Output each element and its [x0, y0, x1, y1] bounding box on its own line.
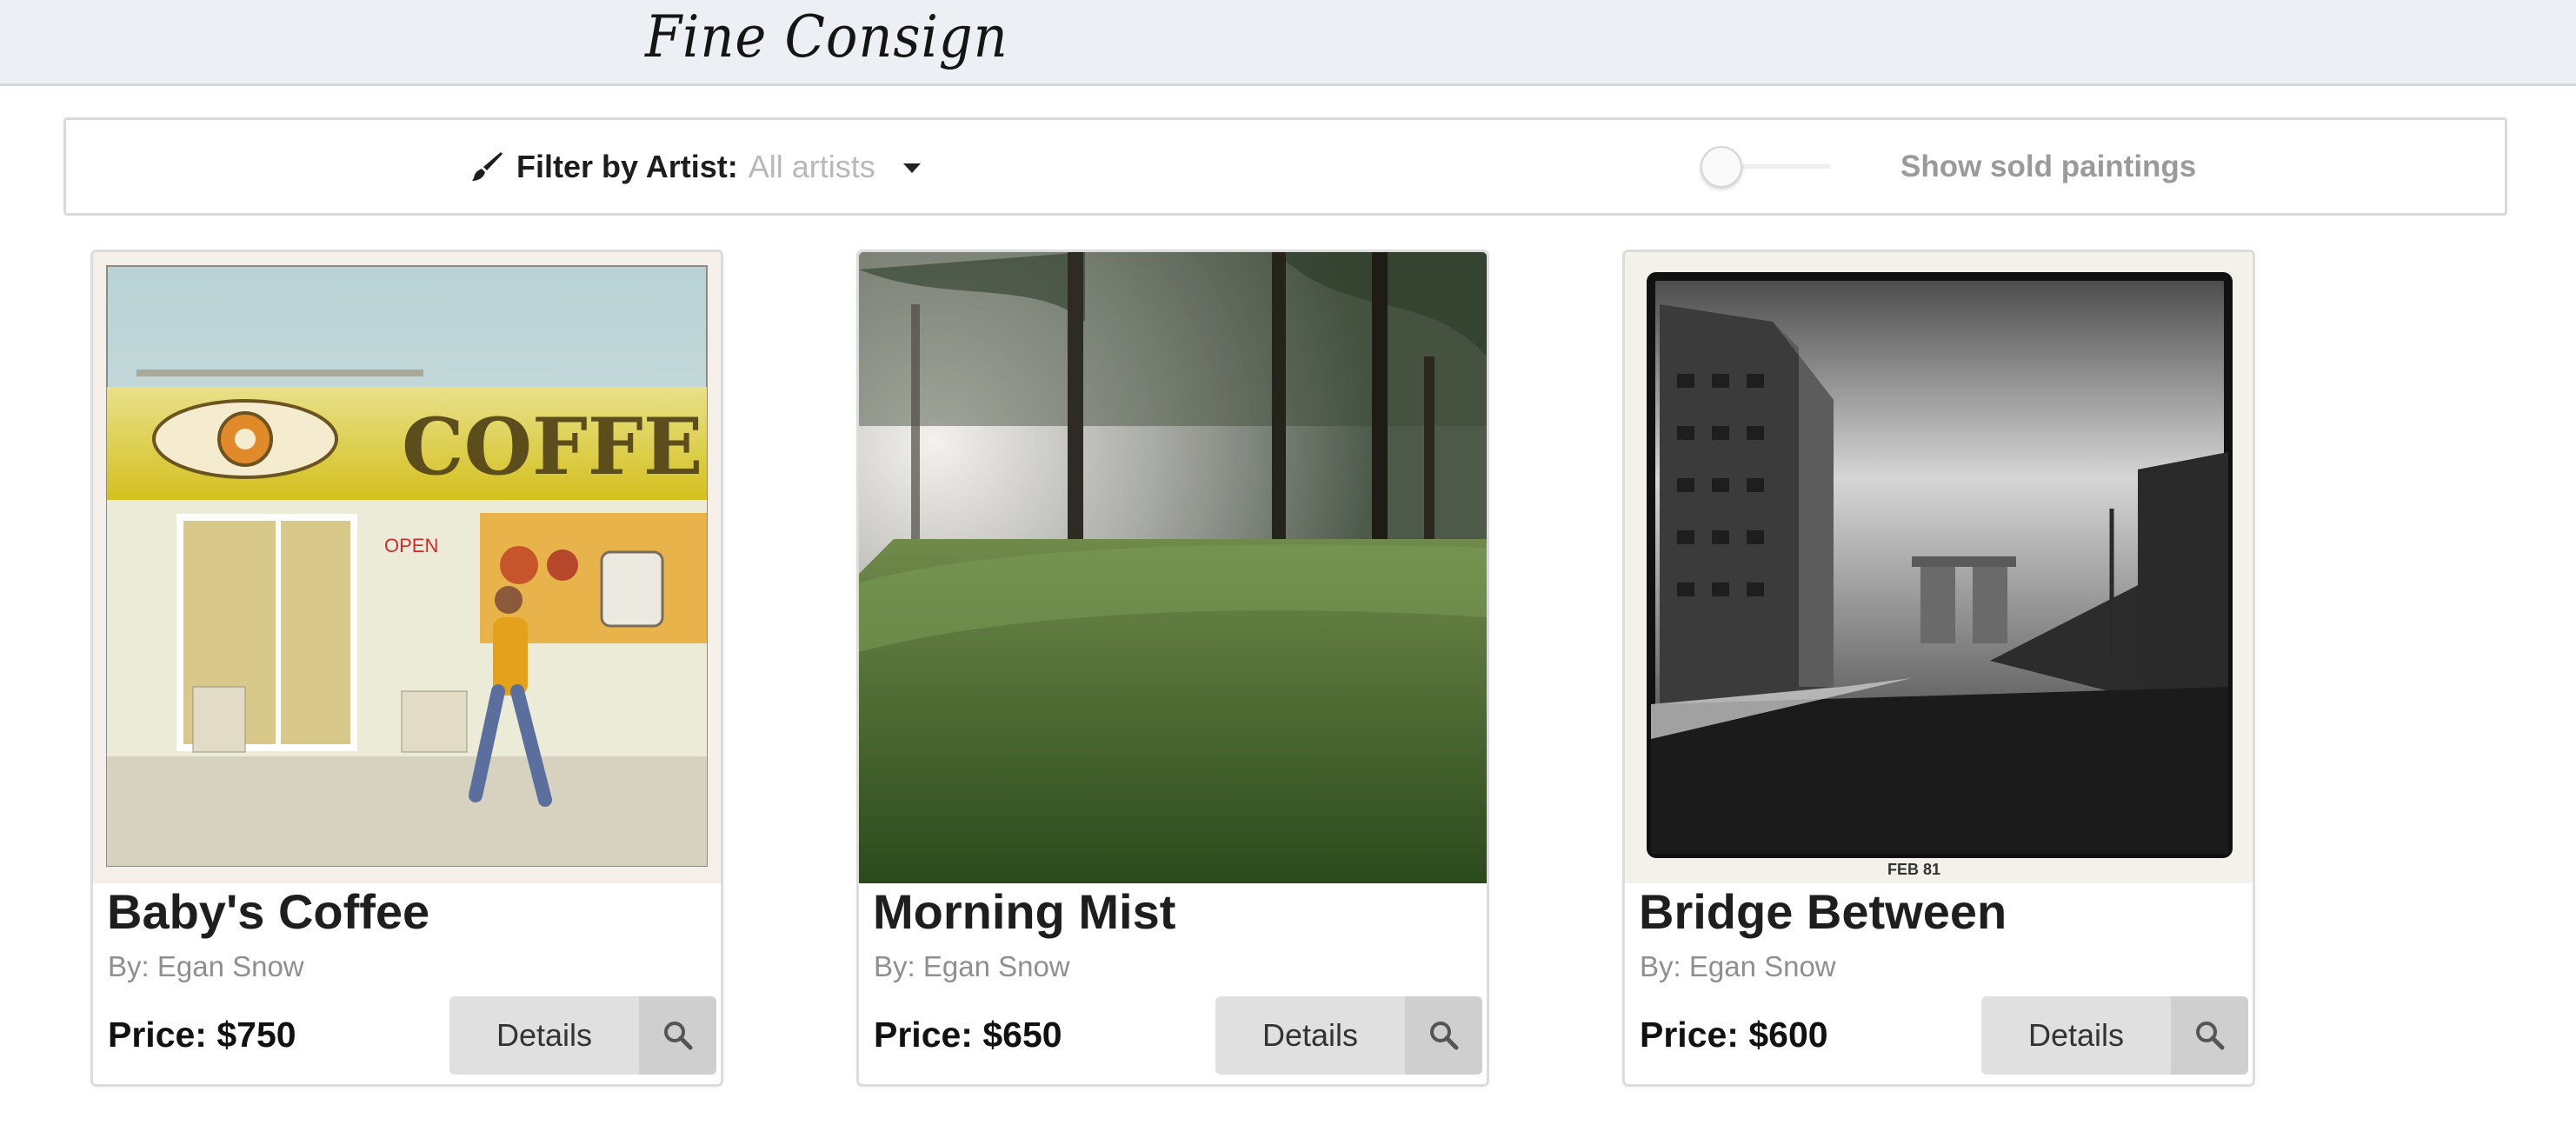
brand-logo[interactable]: Fine Consign [645, 3, 1008, 70]
painting-image-babys-coffee[interactable]: COFFE OPEN [93, 252, 721, 883]
card-actions: Details [449, 996, 716, 1075]
toggle-track [1735, 164, 1831, 169]
artist-filter[interactable]: Filter by Artist: All artists [469, 120, 921, 213]
card-title[interactable]: Baby's Coffee [107, 883, 429, 940]
card-price: Price: $600 [1640, 1015, 1828, 1055]
filter-bar: Filter by Artist: All artists Show sold … [63, 117, 2507, 216]
painting-card: FEB 81 Bridge Between By: Egan Snow Pric… [1622, 250, 2255, 1087]
top-navbar: Fine Consign [0, 0, 2576, 86]
search-icon[interactable] [1405, 996, 1482, 1075]
filter-label: Filter by Artist: [516, 148, 738, 184]
artist-select-value[interactable]: All artists [749, 149, 875, 185]
painting-image-bridge-between[interactable]: FEB 81 [1625, 252, 2253, 883]
search-icon[interactable] [639, 996, 716, 1075]
card-artist: By: Egan Snow [108, 950, 304, 982]
card-price: Price: $650 [874, 1015, 1062, 1055]
card-actions: Details [1215, 996, 1482, 1075]
photo-date-stamp: FEB 81 [1887, 861, 1940, 878]
card-artist: By: Egan Snow [874, 950, 1070, 982]
coffee-sign-text: COFFE [402, 401, 702, 493]
details-button[interactable]: Details [449, 996, 639, 1075]
details-button[interactable]: Details [1215, 996, 1405, 1075]
details-button[interactable]: Details [1981, 996, 2171, 1075]
card-artist: By: Egan Snow [1640, 950, 1836, 982]
card-actions: Details [1981, 996, 2248, 1075]
painting-image-morning-mist[interactable] [859, 252, 1487, 883]
show-sold-toggle[interactable] [1701, 146, 1871, 188]
open-sign-text: OPEN [384, 535, 438, 556]
card-title[interactable]: Morning Mist [873, 883, 1175, 940]
toggle-knob[interactable] [1701, 146, 1742, 188]
painting-card: Morning Mist By: Egan Snow Price: $650 D… [856, 250, 1489, 1087]
painting-card: COFFE OPEN Baby's Coffee By: Egan Snow P… [90, 250, 723, 1087]
search-icon[interactable] [2171, 996, 2248, 1075]
card-title[interactable]: Bridge Between [1639, 883, 2007, 940]
show-sold-label[interactable]: Show sold paintings [1900, 150, 2196, 184]
paintbrush-icon [469, 150, 504, 184]
caret-down-icon[interactable] [902, 163, 921, 173]
card-price: Price: $750 [108, 1015, 296, 1055]
